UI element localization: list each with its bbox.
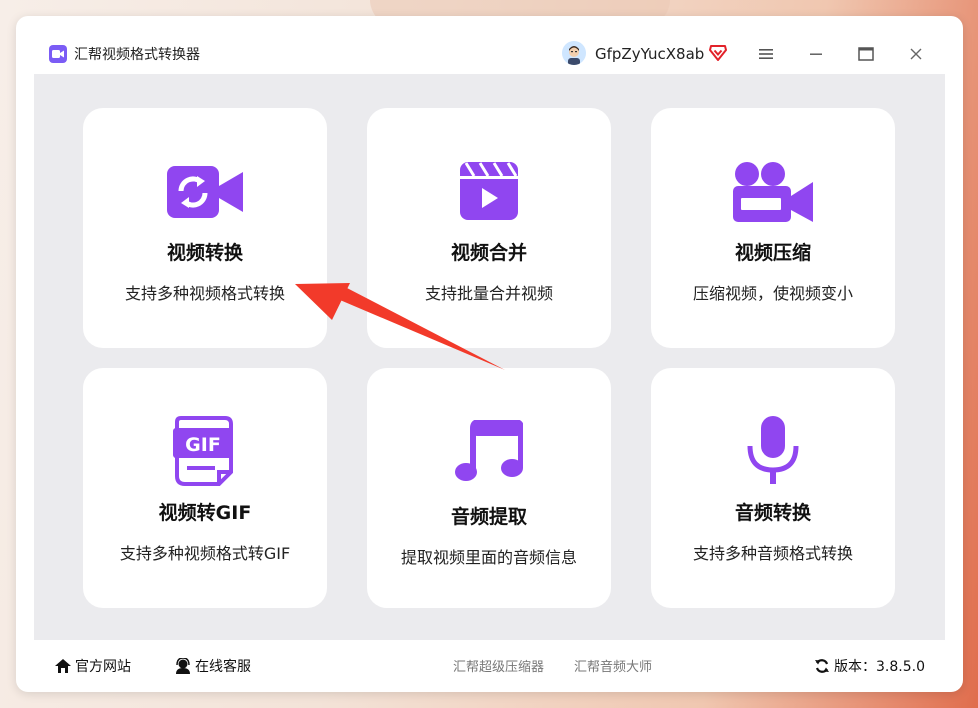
card-title: 音频转换 xyxy=(734,502,811,524)
refresh-icon xyxy=(815,659,829,673)
music-note-icon xyxy=(455,419,524,486)
maximize-icon xyxy=(858,47,874,61)
card-desc: 支持多种视频格式转换 xyxy=(124,284,285,303)
minimize-icon xyxy=(810,53,822,55)
feature-grid: 视频转换 支持多种视频格式转换 视频合并 支持批量合并视频 视频压缩 压缩视频，… xyxy=(34,74,945,640)
online-service-link[interactable]: 在线客服 xyxy=(174,656,251,676)
app-logo-icon xyxy=(49,45,67,63)
official-site-link[interactable]: 官方网站 xyxy=(54,656,131,676)
microphone-icon xyxy=(746,416,800,490)
video-merge-icon xyxy=(460,162,518,224)
close-icon xyxy=(910,48,922,60)
version-label: 版本：3.8.5.0 xyxy=(834,659,925,675)
version-info[interactable]: 版本：3.8.5.0 xyxy=(814,656,925,676)
title-bar: 汇帮视频格式转换器 GfpZyYucX8ab xyxy=(16,16,963,74)
card-audio-convert[interactable]: 音频转换 支持多种音频格式转换 xyxy=(651,368,895,608)
card-desc: 支持批量合并视频 xyxy=(424,284,553,303)
card-title: 视频压缩 xyxy=(734,242,811,264)
close-button[interactable] xyxy=(906,44,926,64)
username[interactable]: GfpZyYucX8ab xyxy=(595,43,704,65)
footer-bar: 官方网站 在线客服 汇帮超级压缩器 汇帮音频大师 版本：3.8.5.0 xyxy=(34,640,945,692)
card-desc: 支持多种音频格式转换 xyxy=(692,544,853,563)
card-title: 视频转GIF xyxy=(158,502,252,524)
compressor-app-link[interactable]: 汇帮超级压缩器 xyxy=(453,656,544,675)
svg-text:GIF: GIF xyxy=(185,434,221,456)
card-title: 音频提取 xyxy=(450,506,527,528)
card-desc: 提取视频里面的音频信息 xyxy=(400,548,577,567)
card-title: 视频转换 xyxy=(166,242,243,264)
video-compress-icon xyxy=(733,160,813,226)
gif-icon: GIF xyxy=(173,416,237,490)
card-video-convert[interactable]: 视频转换 支持多种视频格式转换 xyxy=(83,108,327,348)
card-video-compress[interactable]: 视频压缩 压缩视频，使视频变小 xyxy=(651,108,895,348)
customer-service-icon xyxy=(176,658,190,674)
card-title: 视频合并 xyxy=(450,242,527,264)
official-site-label: 官方网站 xyxy=(75,659,131,675)
card-video-merge[interactable]: 视频合并 支持批量合并视频 xyxy=(367,108,611,348)
video-convert-icon xyxy=(167,166,243,222)
card-audio-extract[interactable]: 音频提取 提取视频里面的音频信息 xyxy=(367,368,611,608)
home-icon xyxy=(55,659,71,673)
vip-diamond-icon[interactable] xyxy=(709,45,727,61)
minimize-button[interactable] xyxy=(806,44,826,64)
audio-master-app-link[interactable]: 汇帮音频大师 xyxy=(574,656,652,675)
card-desc: 压缩视频，使视频变小 xyxy=(692,284,853,303)
card-video-to-gif[interactable]: GIF 视频转GIF 支持多种视频格式转GIF xyxy=(83,368,327,608)
avatar[interactable] xyxy=(562,41,586,65)
card-desc: 支持多种视频格式转GIF xyxy=(119,544,291,563)
online-service-label: 在线客服 xyxy=(195,659,251,675)
menu-button[interactable] xyxy=(756,44,776,64)
hamburger-icon xyxy=(759,49,773,59)
app-title: 汇帮视频格式转换器 xyxy=(74,47,200,63)
app-window: 汇帮视频格式转换器 GfpZyYucX8ab 视频转换 支持多种视频格式转换 视… xyxy=(16,16,963,692)
maximize-button[interactable] xyxy=(856,44,876,64)
